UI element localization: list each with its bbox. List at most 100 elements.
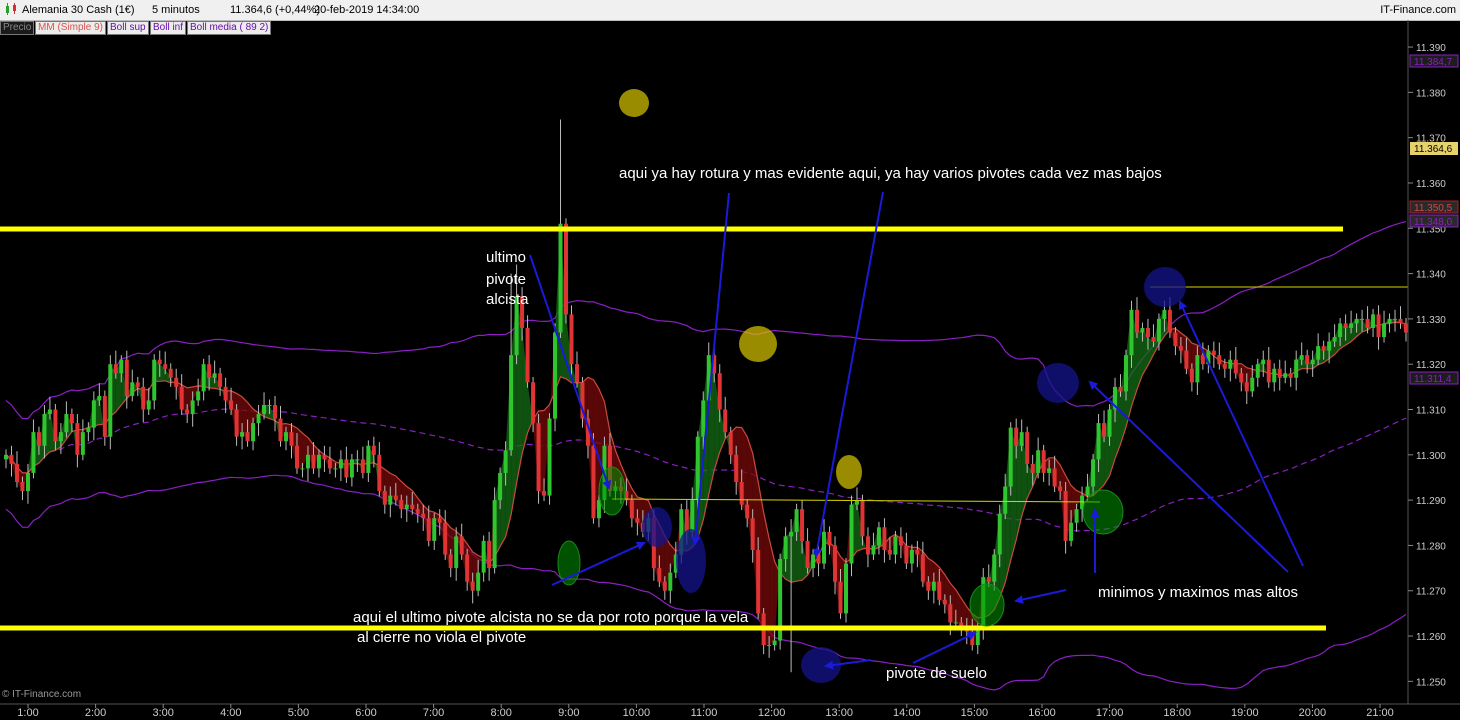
candle-body — [245, 432, 250, 442]
circle-marker — [1144, 267, 1186, 307]
candle-body — [1217, 355, 1222, 365]
candle-body — [355, 459, 360, 461]
candle-body — [1360, 318, 1365, 320]
candle-body — [1393, 318, 1398, 320]
candle-body — [662, 581, 667, 591]
candle-body — [1118, 386, 1123, 392]
candle-body — [135, 382, 140, 387]
candle-body — [1091, 459, 1096, 487]
circle-marker — [836, 455, 862, 489]
annotation-minimos: minimos y maximos mas altos — [1098, 584, 1298, 601]
candle-body — [174, 377, 179, 387]
level1-label: 11.350,5 — [1414, 203, 1453, 214]
circle-marker — [1037, 363, 1079, 403]
candle-body — [558, 223, 563, 333]
candle-body — [157, 359, 162, 365]
candle-body — [1025, 432, 1030, 464]
candle-body — [382, 491, 387, 505]
price-chart[interactable]: aqui ya hay rotura y mas evidente aqui, … — [0, 0, 1460, 720]
candle-body — [816, 554, 821, 564]
x-tick-label: 21:00 — [1366, 707, 1394, 719]
circle-marker — [619, 89, 649, 117]
candle-body — [1321, 346, 1326, 351]
candle-body — [130, 382, 135, 396]
candle-body — [1283, 373, 1288, 378]
candle-body — [305, 454, 310, 469]
candle-body — [1371, 314, 1376, 328]
candle-body — [1058, 486, 1063, 492]
candle-body — [986, 577, 991, 582]
candle-body — [273, 404, 278, 419]
candle-body — [349, 459, 354, 478]
candle-body — [1003, 486, 1008, 514]
candle-body — [1162, 309, 1167, 319]
candle-body — [1316, 346, 1321, 360]
annotation-pivote-suelo: pivote de suelo — [886, 665, 987, 682]
annotation-ultimo: ultimo — [486, 249, 526, 266]
candle-body — [1211, 350, 1216, 356]
candle-body — [1184, 350, 1189, 369]
x-tick-label: 5:00 — [288, 707, 309, 719]
candle-body — [481, 540, 486, 573]
candle-body — [734, 454, 739, 482]
candle-body — [1041, 450, 1046, 473]
candle-body — [432, 518, 437, 541]
candle-body — [574, 364, 579, 383]
candle-body — [750, 518, 755, 550]
candle-body — [64, 414, 69, 433]
y-tick-label: 11.280 — [1416, 541, 1446, 552]
candle-body — [1129, 309, 1134, 356]
candle-body — [223, 386, 228, 401]
candle-body — [591, 445, 596, 519]
candle-body — [300, 468, 305, 470]
candle-body — [1008, 427, 1013, 487]
y-tick-label: 11.270 — [1416, 587, 1446, 598]
last-price-label: 11.364,6 — [1414, 144, 1453, 155]
candle-body — [1167, 309, 1172, 333]
candle-body — [882, 527, 887, 550]
y-tick-label: 11.260 — [1416, 632, 1446, 643]
x-tick-label: 7:00 — [423, 707, 444, 719]
candle-body — [745, 504, 750, 519]
candle-body — [1376, 314, 1381, 338]
x-tick-label: 3:00 — [152, 707, 173, 719]
y-axis: 11.39011.38011.37011.36011.35011.34011.3… — [1408, 43, 1446, 688]
candle-body — [805, 540, 810, 569]
y-tick-label: 11.360 — [1416, 179, 1446, 190]
candle-body — [1069, 522, 1074, 541]
candle-body — [278, 418, 283, 442]
candle-body — [108, 364, 113, 437]
y-tick-label: 11.290 — [1416, 496, 1446, 507]
candle-body — [234, 409, 239, 437]
candle-body — [1151, 337, 1156, 342]
candle-body — [393, 495, 398, 501]
candle-body — [865, 536, 870, 555]
candle-body — [1244, 382, 1249, 392]
candle-body — [657, 568, 662, 582]
candle-body — [1299, 355, 1304, 360]
candle-body — [948, 604, 953, 623]
annotation-no-roto-1: aqui el ultimo pivote alcista no se da p… — [353, 609, 749, 626]
candle-body — [487, 540, 492, 569]
circle-marker — [676, 529, 706, 593]
candle-body — [437, 518, 442, 523]
candle-body — [1404, 323, 1408, 333]
candle-body — [1156, 318, 1161, 342]
candle-body — [849, 504, 854, 564]
candle-body — [1354, 318, 1359, 324]
candle-body — [767, 645, 772, 647]
candle-body — [1107, 409, 1112, 437]
price-level-labels: 11.384,7 11.364,6 11.350,5 11.348,0 11.3… — [1409, 54, 1459, 385]
candle-body — [97, 395, 102, 401]
candle-body — [1294, 359, 1299, 378]
candle-body — [1052, 468, 1057, 487]
candle-body — [1387, 318, 1392, 324]
candle-body — [1140, 327, 1145, 333]
candle-body — [31, 432, 36, 473]
x-tick-label: 2:00 — [85, 707, 106, 719]
candle-body — [811, 554, 816, 569]
y-tick-label: 11.310 — [1416, 406, 1446, 417]
circle-marker — [642, 507, 672, 547]
candle-body — [443, 522, 448, 555]
candle-body — [344, 459, 349, 478]
